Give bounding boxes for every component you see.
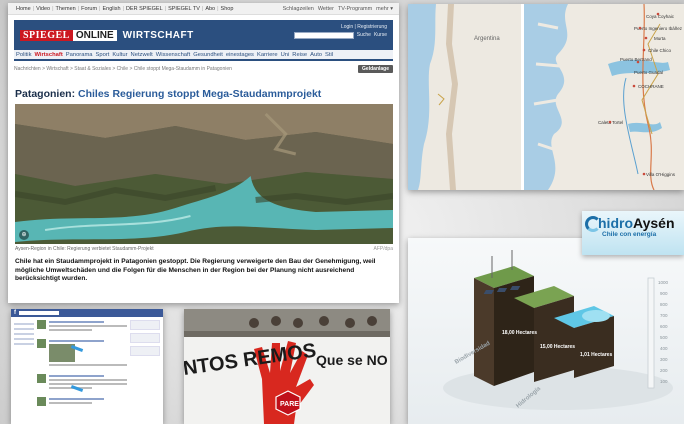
stop-sign-text: PARE <box>280 401 299 408</box>
section-nav-wissenschaft[interactable]: Wissenschaft <box>156 52 190 58</box>
spiegel-masthead: SPIEGEL ONLINE WIRTSCHAFT Login | Regist… <box>14 20 393 50</box>
map-label-puerto-ibanez: Puerto Ingeniero Ibáñez <box>634 26 683 31</box>
avatar <box>37 374 46 383</box>
top-nav-abo[interactable]: Abo <box>203 6 217 12</box>
scale-tick-600: 600 <box>660 324 668 329</box>
scale-tick-800: 800 <box>660 302 668 307</box>
avatar <box>37 339 46 348</box>
search-option-kurse[interactable]: Kurse <box>374 31 387 39</box>
section-nav-einestages[interactable]: einestages <box>226 52 254 58</box>
section-nav-gesundheit[interactable]: Gesundheit <box>193 52 223 58</box>
breadcrumb-text[interactable]: Nachrichten > Wirtschaft > Staat & Sozia… <box>14 66 232 72</box>
section-nav-netzwelt[interactable]: Netzwelt <box>131 52 153 58</box>
scale-tick-200: 200 <box>660 368 668 373</box>
section-title: WIRTSCHAFT <box>122 29 194 41</box>
logo-online-text: ONLINE <box>72 29 117 41</box>
hidroaysen-logo: hidro Aysén Chile con energía <box>582 211 684 255</box>
section-nav-reise[interactable]: Reise <box>292 52 307 58</box>
feed-post[interactable] <box>37 320 127 333</box>
scale-tick-300: 300 <box>660 357 668 362</box>
scale-tick-1000: 1000 <box>658 280 669 285</box>
facebook-top-bar: f <box>11 309 163 317</box>
breadcrumb: Nachrichten > Wirtschaft > Staat & Sozia… <box>14 64 393 74</box>
facebook-feed <box>37 320 127 412</box>
map-label-coya-coyhaic: Coya Coyhaic <box>646 14 675 19</box>
avatar <box>37 397 46 406</box>
section-nav-sport[interactable]: Sport <box>96 52 110 58</box>
logo-spiegel-text: SPIEGEL <box>20 29 73 41</box>
spiegel-article-screenshot: Home | Video | Themen | Forum | English | DER… <box>8 3 399 303</box>
top-nav-home[interactable]: Home <box>14 6 33 12</box>
brand-aysen: Aysén <box>633 215 675 231</box>
map-label-argentina: Argentina <box>474 36 500 42</box>
facebook-left-column <box>14 320 34 412</box>
brand-hidro: hidro <box>598 215 633 231</box>
banner-text-right: Que se NO A EN <box>316 352 390 368</box>
image-credit: AFP/dpa <box>373 246 393 252</box>
top-nav-schlagzeilen[interactable]: Schlagzeilen <box>283 6 314 12</box>
article-teaser: Chile hat ein Staudammprojekt in Patagon… <box>15 258 376 282</box>
facebook-page-screenshot[interactable]: f <box>11 309 163 424</box>
zoom-icon[interactable]: ⊕ <box>19 230 29 240</box>
scale-tick-700: 700 <box>660 313 668 318</box>
map-label-puerto-bertrand: Puerto Bertrand <box>620 57 652 62</box>
feed-post[interactable] <box>37 397 127 406</box>
brand-slogan: Chile con energía <box>602 231 657 238</box>
block-area-2: 15,00 Hectares <box>540 344 575 350</box>
spiegel-online-logo[interactable]: SPIEGEL ONLINE <box>20 29 117 42</box>
section-nav-stil[interactable]: Stil <box>325 52 333 58</box>
headline-kicker: Patagonien: <box>15 88 76 100</box>
top-nav-video[interactable]: Video <box>34 6 52 12</box>
patagonia-map-screenshot[interactable]: Argentina Coya Coyhaic Puerto Ingeniero … <box>408 4 684 190</box>
block-area-1: 18,00 Hectares <box>502 330 537 336</box>
map-label-chile-chico: Chile Chico <box>648 48 672 53</box>
avatar <box>37 320 46 329</box>
hidroaysen-swirl-icon <box>585 216 601 232</box>
map-label-puerto-guadal: Puerto Guadal <box>634 70 663 75</box>
facebook-right-column <box>130 320 160 412</box>
article-headline: Patagonien: Chiles Regierung stoppt Mega… <box>15 88 393 100</box>
section-nav-kultur[interactable]: Kultur <box>112 52 127 58</box>
top-nav-forum[interactable]: Forum <box>79 6 99 12</box>
feed-post[interactable] <box>37 339 127 368</box>
search-option-suche[interactable]: Suche <box>357 31 371 39</box>
map-label-villa-ohiggins: Villa O'Higgins <box>646 172 676 177</box>
hero-image-river-valley[interactable]: ⊕ <box>15 104 393 244</box>
top-nav-wetter[interactable]: Wetter <box>318 6 334 12</box>
search-input[interactable] <box>293 31 354 39</box>
login-link[interactable]: Login | Registrierung <box>294 23 387 31</box>
hidroaysen-infographic: 18,00 Hectares 15,00 Hectares 1,01 Hecta… <box>408 238 684 424</box>
section-nav-uni[interactable]: Uni <box>281 52 290 58</box>
map-label-murta: Murta <box>654 36 666 41</box>
geldanlage-button[interactable]: Geldanlage <box>358 65 393 73</box>
section-nav-politik[interactable]: Politik <box>16 52 31 58</box>
top-nav-themen[interactable]: Themen <box>54 6 78 12</box>
section-nav-wirtschaft[interactable]: Wirtschaft <box>34 52 62 58</box>
top-nav-english[interactable]: English <box>100 6 122 12</box>
top-nav-der-spiegel[interactable]: DER SPIEGEL <box>124 6 165 12</box>
section-nav: Politik Wirtschaft Panorama Sport Kultur… <box>14 50 393 61</box>
spiegel-top-nav: Home | Video | Themen | Forum | English | DER… <box>8 3 399 15</box>
section-nav-auto[interactable]: Auto <box>310 52 322 58</box>
top-nav-spiegel-tv[interactable]: SPIEGEL TV <box>166 6 202 12</box>
section-nav-panorama[interactable]: Panorama <box>66 52 93 58</box>
facebook-f-icon: f <box>14 310 16 316</box>
headline-main: Chiles Regierung stoppt Mega-Staudammpro… <box>78 88 322 100</box>
block-area-3: 1,01 Hectares <box>580 352 612 358</box>
section-nav-karriere[interactable]: Karriere <box>257 52 278 58</box>
map-label-cochrane: COCHRANE <box>638 84 664 89</box>
top-nav-shop[interactable]: Shop <box>219 6 236 12</box>
masthead-right: Login | Registrierung Suche Kurse <box>293 23 387 39</box>
protest-photo[interactable]: PARE NTOS REMOS Que se NO A EN <box>184 309 390 424</box>
top-nav-mehr[interactable]: mehr ▾ <box>376 6 393 12</box>
image-caption-row: Aysen-Region in Chile: Regierung verbiet… <box>15 246 393 252</box>
scale-tick-900: 900 <box>660 291 668 296</box>
top-nav-tv-programm[interactable]: TV-Programm <box>338 6 372 12</box>
image-caption: Aysen-Region in Chile: Regierung verbiet… <box>15 246 154 252</box>
facebook-search-input[interactable] <box>19 311 59 315</box>
scale-tick-100: 100 <box>660 379 668 384</box>
scale-tick-500: 500 <box>660 335 668 340</box>
scale-tick-400: 400 <box>660 346 668 351</box>
